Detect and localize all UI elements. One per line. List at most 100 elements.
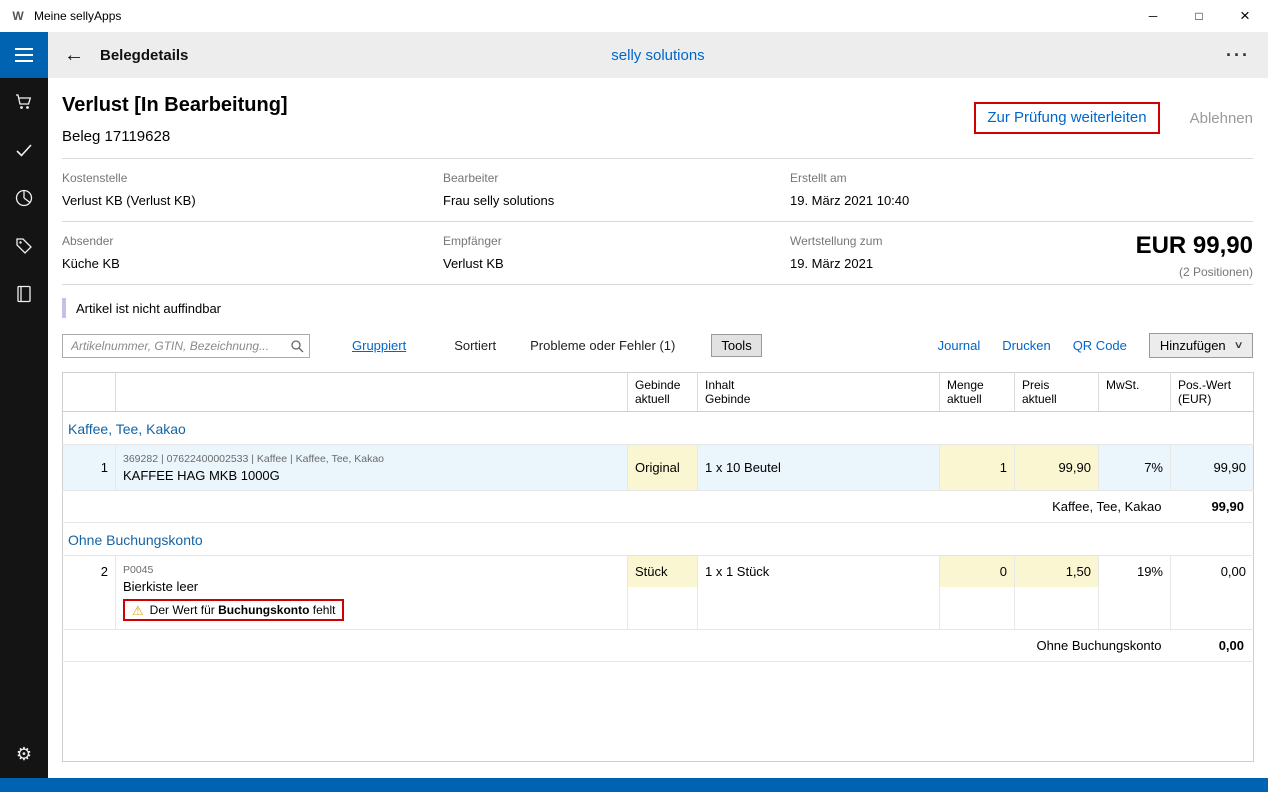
search-icon[interactable]	[290, 339, 304, 358]
qr-code-link[interactable]: QR Code	[1073, 338, 1127, 353]
close-button[interactable]: ×	[1222, 0, 1268, 32]
field-kostenstelle: Kostenstelle Verlust KB (Verlust KB)	[62, 171, 443, 208]
app-icon: W	[10, 9, 26, 23]
sidebar-item-articles[interactable]	[0, 222, 48, 270]
cell-pos-wert: 0,00	[1171, 556, 1254, 630]
nav-bar: ← Belegdetails selly solutions ···	[0, 32, 1268, 78]
reject-button[interactable]: Ablehnen	[1190, 110, 1253, 127]
table-empty-area	[63, 662, 1254, 762]
positions-table: Gebinde aktuell Inhalt Gebinde Menge akt…	[62, 372, 1254, 762]
cell-preis[interactable]: 1,50	[1015, 556, 1099, 630]
fields-row-1: Kostenstelle Verlust KB (Verlust KB) Bea…	[48, 159, 1268, 221]
field-absender: Absender Küche KB	[62, 234, 443, 271]
document-header: Verlust [In Bearbeitung] Beleg 17119628 …	[48, 78, 1268, 158]
field-erstellt-am: Erstellt am 19. März 2021 10:40	[790, 171, 1253, 208]
minimize-button[interactable]: ─	[1130, 0, 1176, 32]
page-title: Belegdetails	[100, 47, 188, 64]
sidebar-item-statistics[interactable]	[0, 174, 48, 222]
cell-position-number: 2	[63, 556, 116, 630]
group-header-label[interactable]: Ohne Buchungskonto	[63, 523, 1254, 556]
gear-icon: ⚙	[16, 744, 32, 765]
col-header-inhalt: Inhalt Gebinde	[698, 373, 940, 412]
annotation-box-forward: Zur Prüfung weiterleiten	[974, 102, 1159, 134]
warning-icon: ⚠	[132, 604, 144, 617]
more-menu-button[interactable]: ···	[1226, 45, 1250, 66]
group-header-label[interactable]: Kaffee, Tee, Kakao	[63, 412, 1254, 445]
cell-article: 369282 | 07622400002533 | Kaffee | Kaffe…	[116, 445, 628, 491]
article-name: KAFFEE HAG MKB 1000G	[123, 468, 620, 483]
problems-filter[interactable]: Probleme oder Fehler (1)	[530, 338, 675, 353]
annotation-box-warning: ⚠ Der Wert für Buchungskonto fehlt	[123, 599, 344, 621]
main-content: Verlust [In Bearbeitung] Beleg 17119628 …	[48, 78, 1268, 778]
article-notice: Artikel ist nicht auffindbar	[48, 285, 1268, 318]
cell-menge[interactable]: 1	[940, 445, 1015, 491]
sidebar-item-cart[interactable]	[0, 78, 48, 126]
tools-button[interactable]: Tools	[711, 334, 761, 357]
add-button[interactable]: Hinzufügen ∨	[1149, 333, 1253, 358]
cell-preis[interactable]: 99,90	[1015, 445, 1099, 491]
forward-for-review-link[interactable]: Zur Prüfung weiterleiten	[987, 109, 1146, 126]
window-controls: ─ □ ×	[1130, 0, 1268, 32]
cell-pos-wert: 99,90	[1171, 445, 1254, 491]
search-box	[62, 334, 310, 358]
sidebar-item-approvals[interactable]	[0, 126, 48, 174]
col-header-gebinde: Gebinde aktuell	[628, 373, 698, 412]
subtotal-value: 0,00	[1171, 630, 1254, 662]
col-header-wert: Pos.-Wert (EUR)	[1171, 373, 1254, 412]
cell-gebinde[interactable]: Stück	[628, 556, 698, 630]
cell-inhalt: 1 x 10 Beutel	[698, 445, 940, 491]
col-header-desc	[116, 373, 628, 412]
table-row[interactable]: 1 369282 | 07622400002533 | Kaffee | Kaf…	[63, 445, 1254, 491]
cell-menge[interactable]: 0	[940, 556, 1015, 630]
subtotal-label: Ohne Buchungskonto	[63, 630, 1171, 662]
notice-accent-bar	[62, 298, 66, 318]
notice-text: Artikel ist nicht auffindbar	[76, 301, 221, 316]
sidebar-item-settings[interactable]: ⚙	[0, 734, 48, 774]
print-link[interactable]: Drucken	[1002, 338, 1050, 353]
group-subtotal-row: Kaffee, Tee, Kakao 99,90	[63, 491, 1254, 523]
items-toolbar: Gruppiert Sortiert Probleme oder Fehler …	[48, 318, 1268, 358]
nav-center-title: selly solutions	[48, 47, 1268, 64]
field-bearbeiter: Bearbeiter Frau selly solutions	[443, 171, 790, 208]
cell-mwst: 19%	[1099, 556, 1171, 630]
add-button-label: Hinzufügen	[1160, 338, 1226, 353]
bottom-accent-bar	[0, 778, 1268, 792]
article-meta: P0045	[123, 564, 620, 576]
group-header-row: Kaffee, Tee, Kakao	[63, 412, 1254, 445]
subtotal-label: Kaffee, Tee, Kakao	[63, 491, 1171, 523]
grouped-toggle[interactable]: Gruppiert	[352, 338, 406, 353]
hamburger-menu-button[interactable]	[0, 32, 48, 78]
article-meta: 369282 | 07622400002533 | Kaffee | Kaffe…	[123, 453, 620, 465]
col-header-menge: Menge aktuell	[940, 373, 1015, 412]
search-input[interactable]	[62, 334, 310, 358]
warning-text: Der Wert für Buchungskonto fehlt	[150, 603, 336, 617]
fields-row-2: Absender Küche KB Empfänger Verlust KB W…	[48, 222, 1268, 284]
cell-inhalt: 1 x 1 Stück	[698, 556, 940, 630]
cell-position-number: 1	[63, 445, 116, 491]
sorted-toggle[interactable]: Sortiert	[454, 338, 496, 353]
document-actions: Zur Prüfung weiterleiten Ablehnen	[974, 102, 1253, 134]
checkmark-icon	[14, 140, 34, 160]
sidebar-item-journal[interactable]	[0, 270, 48, 318]
col-header-num	[63, 373, 116, 412]
table-header-row: Gebinde aktuell Inhalt Gebinde Menge akt…	[63, 373, 1254, 412]
total-amount: EUR 99,90	[1136, 232, 1253, 260]
group-header-row: Ohne Buchungskonto	[63, 523, 1254, 556]
col-header-mwst: MwSt.	[1099, 373, 1171, 412]
total-positions-note: (2 Positionen)	[1136, 265, 1253, 279]
col-header-preis: Preis aktuell	[1015, 373, 1099, 412]
journal-link[interactable]: Journal	[938, 338, 981, 353]
maximize-button[interactable]: □	[1176, 0, 1222, 32]
tag-icon	[14, 236, 34, 256]
field-empfaenger: Empfänger Verlust KB	[443, 234, 790, 271]
document-total: EUR 99,90 (2 Positionen)	[1136, 232, 1253, 279]
cart-icon	[14, 92, 34, 112]
table-row[interactable]: 2 P0045 Bierkiste leer ⚠ Der Wert für Bu…	[63, 556, 1254, 630]
subtotal-value: 99,90	[1171, 491, 1254, 523]
hamburger-icon	[15, 48, 33, 50]
chevron-down-icon: ∨	[1233, 340, 1243, 351]
book-icon	[14, 284, 34, 304]
article-name: Bierkiste leer	[123, 579, 620, 594]
cell-gebinde[interactable]: Original	[628, 445, 698, 491]
group-subtotal-row: Ohne Buchungskonto 0,00	[63, 630, 1254, 662]
